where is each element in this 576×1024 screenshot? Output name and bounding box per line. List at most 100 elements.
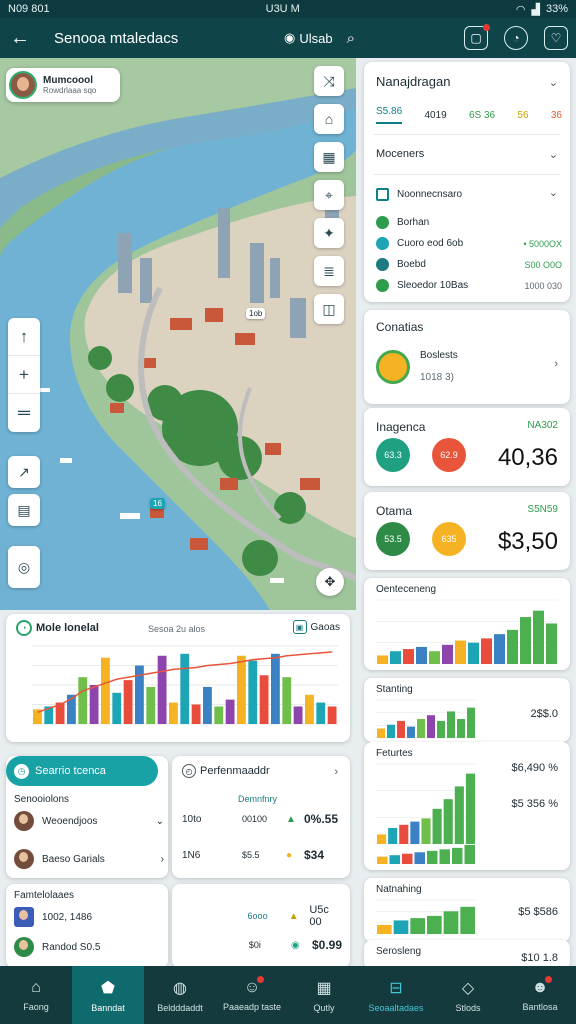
contact-label: Boslests <box>420 350 458 361</box>
nav-item-dashboard[interactable]: ◍ Beldddaddt <box>144 966 216 1024</box>
list-item[interactable]: Weoendjoos ⌄ <box>14 808 164 834</box>
layers-icon[interactable]: ⤨ <box>314 66 344 96</box>
chevron-down-icon[interactable]: ⌄ <box>549 186 558 199</box>
header-actions: ▢ ◔ ♡ <box>464 18 568 58</box>
tab-2[interactable]: 4019 <box>424 106 446 124</box>
contacts-panel[interactable]: Conatias Boslests 1018 3) › <box>364 310 570 404</box>
map-marker-label[interactable]: 1ob <box>246 308 266 319</box>
table-row: 6ooo ▲ U5c 00 <box>182 904 342 928</box>
list-item[interactable]: Boebd S00 O0O <box>376 254 562 275</box>
mini-bar-chart <box>376 899 476 934</box>
arrow-up-icon: ▲ <box>286 813 296 825</box>
values-card: 6ooo ▲ U5c 00 $0i ◉ $0.99 <box>172 884 350 968</box>
crosshair-icon[interactable]: + <box>8 356 40 394</box>
building-icon[interactable]: ⌂ <box>314 104 344 134</box>
nav-item-grid[interactable]: ▦ Qutly <box>288 966 360 1024</box>
globe-icon: ◉ <box>284 30 296 45</box>
shield-icon: ◇ <box>461 979 475 997</box>
chevron-down-icon[interactable]: ⌄ <box>549 148 558 161</box>
tab-3[interactable]: 6S 36 <box>469 106 495 124</box>
notification-icon[interactable]: ▢ <box>464 24 490 50</box>
list-item[interactable]: Baeso Garials › <box>14 846 164 872</box>
battery-level: 33% <box>545 3 568 15</box>
back-arrow-icon[interactable]: ← <box>10 27 36 50</box>
search-icon[interactable]: ⌕ <box>347 30 355 47</box>
chart-bar <box>112 692 122 724</box>
list-item[interactable]: Borhan <box>376 212 562 233</box>
grid-icon: ▣ <box>292 620 307 634</box>
chart-bar <box>452 847 463 864</box>
tab-4[interactable]: 56 <box>517 106 528 124</box>
app-header: ← Senooa mtaledacs ◉ Ulsab ⌕ ▢ ◔ ♡ <box>0 18 576 58</box>
row-label: 6ooo <box>247 911 268 921</box>
nav-item-people[interactable]: ☺ Paaeadp taste <box>216 966 288 1024</box>
row-value: • 5000OX <box>523 238 562 249</box>
map-marker-label[interactable]: 16 <box>150 498 165 509</box>
list-view-icon[interactable]: ▤ <box>8 494 40 526</box>
chart-bar <box>520 617 531 664</box>
chevron-right-icon[interactable]: › <box>554 358 558 370</box>
shield-icon[interactable]: ♡ <box>544 26 568 50</box>
flag-icon <box>14 907 34 927</box>
chevron-down-icon[interactable]: ⌄ <box>549 76 558 89</box>
tab-1[interactable]: S5.86 <box>376 106 403 124</box>
mode-selector[interactable]: ◉ Ulsab <box>284 30 333 46</box>
panel-side-value: $5 $586 <box>518 906 558 918</box>
chart-bar <box>443 911 459 934</box>
chart-bar <box>432 808 442 844</box>
row-label: Cuoro eod 6ob <box>397 238 464 249</box>
chart-badge[interactable]: ▣ Gaoas <box>292 620 340 634</box>
navigate-icon[interactable]: ↗ <box>8 456 40 488</box>
search-button[interactable]: ◷ Searrio tcenca <box>6 756 158 786</box>
triangle-icon: ▲ <box>288 910 299 922</box>
chart-bar <box>180 653 190 724</box>
pin-icon[interactable]: ⌖ <box>314 180 344 210</box>
nav-item-reports[interactable]: ⊟ Seoaaltadaes <box>360 966 432 1024</box>
section-label: Senooiolons <box>14 794 70 805</box>
list-item[interactable]: Sleoedor 10Bas 1000 030 <box>376 275 562 296</box>
tab-5[interactable]: 36 <box>551 106 562 124</box>
table-row: $0i ◉ $0.99 <box>182 938 342 952</box>
user-profile-chip[interactable]: Mumcoool Rowdrlaaa sqo <box>6 68 120 102</box>
list-icon[interactable]: ≣ <box>314 256 344 286</box>
filter-icon[interactable]: ◫ <box>314 294 344 324</box>
nav-item-stats[interactable]: ◇ Stlods <box>432 966 504 1024</box>
profile-icon[interactable]: ◔ <box>504 26 528 50</box>
nav-item-home[interactable]: ⌂ Faong <box>0 966 72 1024</box>
nav-label: Paaeadp taste <box>222 1001 282 1012</box>
chart-bar <box>494 634 505 664</box>
compass-icon[interactable]: ✥ <box>316 568 344 596</box>
chart-bar <box>78 677 88 724</box>
pin-icon: ⬟ <box>101 979 115 997</box>
status-icons: ◠ ▟ 33% <box>516 3 568 16</box>
city-map[interactable] <box>0 58 356 610</box>
list-item[interactable]: 1002, 1486 <box>14 904 164 930</box>
timer-icon: ◴ <box>182 764 196 778</box>
contact-value: 1018 3) <box>420 372 454 383</box>
chart-bar <box>481 638 492 664</box>
zoom-in-icon[interactable]: ↑ <box>8 318 40 356</box>
summary-panel: Nanajdragan ⌄ S5.86 4019 6S 36 56 36 Moc… <box>364 62 570 302</box>
chart-bar <box>443 799 453 844</box>
row-value: $34 <box>304 848 325 862</box>
nav-item-active[interactable]: ⬟ Banndat <box>72 966 144 1024</box>
list-item[interactable]: Cuoro eod 6ob • 5000OX <box>376 233 562 254</box>
map-icon[interactable]: ▦ <box>314 142 344 172</box>
notification-dot <box>483 24 490 31</box>
panel-side-value: $5 356 % <box>511 798 558 810</box>
chevron-right-icon: › <box>160 853 164 865</box>
menu-icon[interactable]: ═ <box>8 394 40 432</box>
panel-title: Oenteceneng <box>376 584 437 595</box>
chevron-right-icon[interactable]: › <box>334 766 338 778</box>
nav-item-settings[interactable]: ☻ Bantlosa <box>504 966 576 1024</box>
chart-bar <box>467 707 475 738</box>
panel-title: Inagenca <box>376 420 426 434</box>
dashboard-icon: ◍ <box>173 979 187 997</box>
target-icon: ◉ <box>290 939 300 951</box>
list-item[interactable]: Randod S0.5 <box>14 934 164 960</box>
route-icon[interactable]: ✦ <box>314 218 344 248</box>
panel-side-value: $6,490 % <box>511 762 558 774</box>
nav-label: Stlods <box>455 1002 481 1013</box>
chart-bar <box>442 644 453 664</box>
info-icon[interactable]: ◎ <box>8 546 40 588</box>
